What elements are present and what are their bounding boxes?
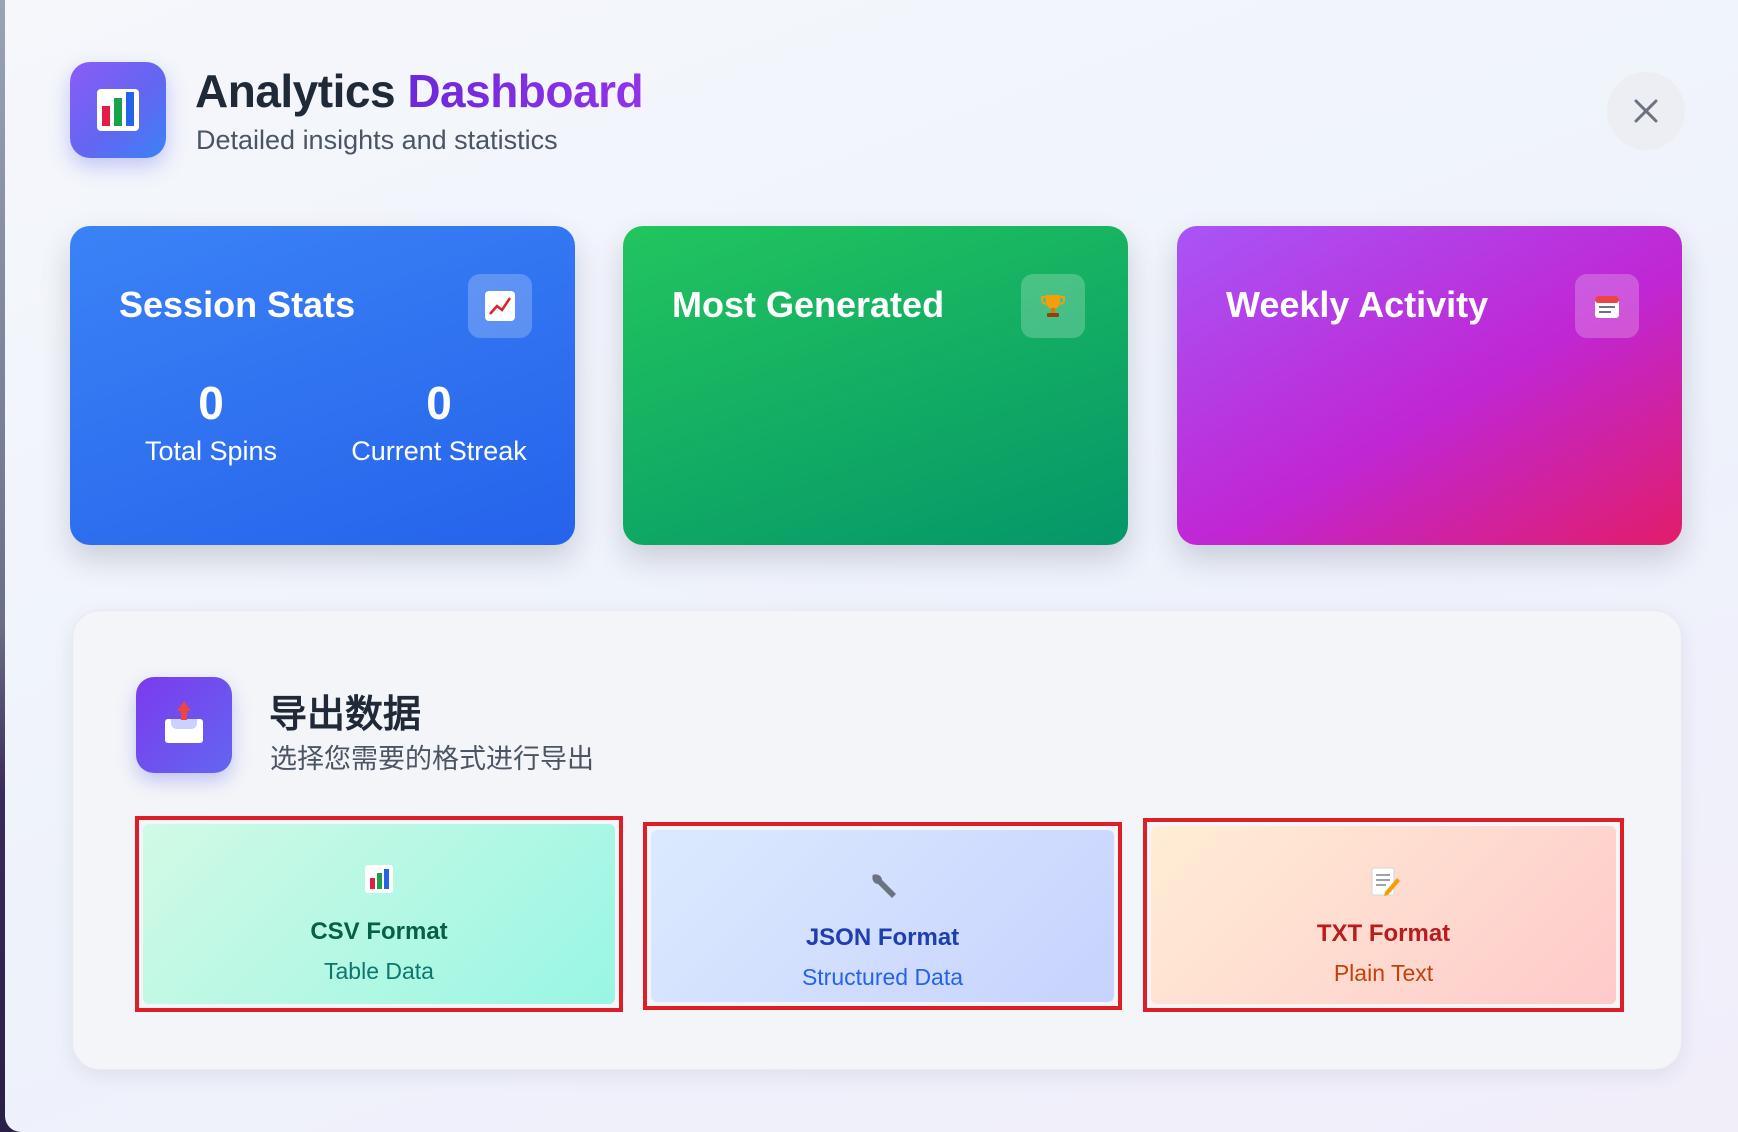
stat-label: Total Spins [144,436,278,466]
stat-label: Current Streak [351,436,527,466]
wrench-icon [871,874,896,898]
chart-increasing-icon [468,274,532,338]
card-title: Session Stats [119,284,356,325]
csv-export-button[interactable]: CSV Format Table Data [135,816,623,1012]
format-name: JSON Format [805,924,960,951]
analytics-modal: Analytics Dashboard Detailed insights an… [5,0,1738,1132]
stat-current-streak: 0 Current Streak [324,376,554,467]
format-name: CSV Format [310,918,448,945]
close-icon [1634,99,1658,123]
format-name: TXT Format [1316,920,1451,947]
page-subtitle: Detailed insights and statistics [196,125,558,155]
format-description: Structured Data [801,964,964,990]
stat-total-spins: 0 Total Spins [136,376,286,467]
export-title: 导出数据 [269,692,422,736]
format-description: Plain Text [1333,960,1434,986]
stat-value: 0 [426,377,452,429]
card-title: Weekly Activity [1226,284,1489,325]
title-part-2: Dashboard [407,65,644,117]
memo-icon [1371,867,1400,896]
trophy-icon [1021,274,1085,338]
card-title: Most Generated [672,284,945,325]
bar-chart-icon [70,62,166,158]
format-description: Table Data [324,958,434,984]
json-export-button[interactable]: JSON Format Structured Data [643,822,1122,1010]
outbox-tray-icon [136,677,232,773]
weekly-activity-card: Weekly Activity [1177,226,1682,545]
title-part-1: Analytics [195,65,396,117]
stat-value: 0 [198,377,224,429]
export-subtitle: 选择您需要的格式进行导出 [270,744,594,775]
calendar-icon [1575,274,1639,338]
txt-export-button[interactable]: TXT Format Plain Text [1143,818,1624,1012]
export-panel: 导出数据 选择您需要的格式进行导出 CSV Format Table Data … [72,610,1682,1070]
close-button[interactable] [1607,72,1685,150]
page-title: Analytics Dashboard [195,64,644,118]
session-stats-card: Session Stats 0 Total Spins 0 Current St… [70,226,575,545]
bar-chart-icon [365,865,393,893]
most-generated-card: Most Generated [623,226,1128,545]
modal-header: Analytics Dashboard Detailed insights an… [70,62,1685,158]
